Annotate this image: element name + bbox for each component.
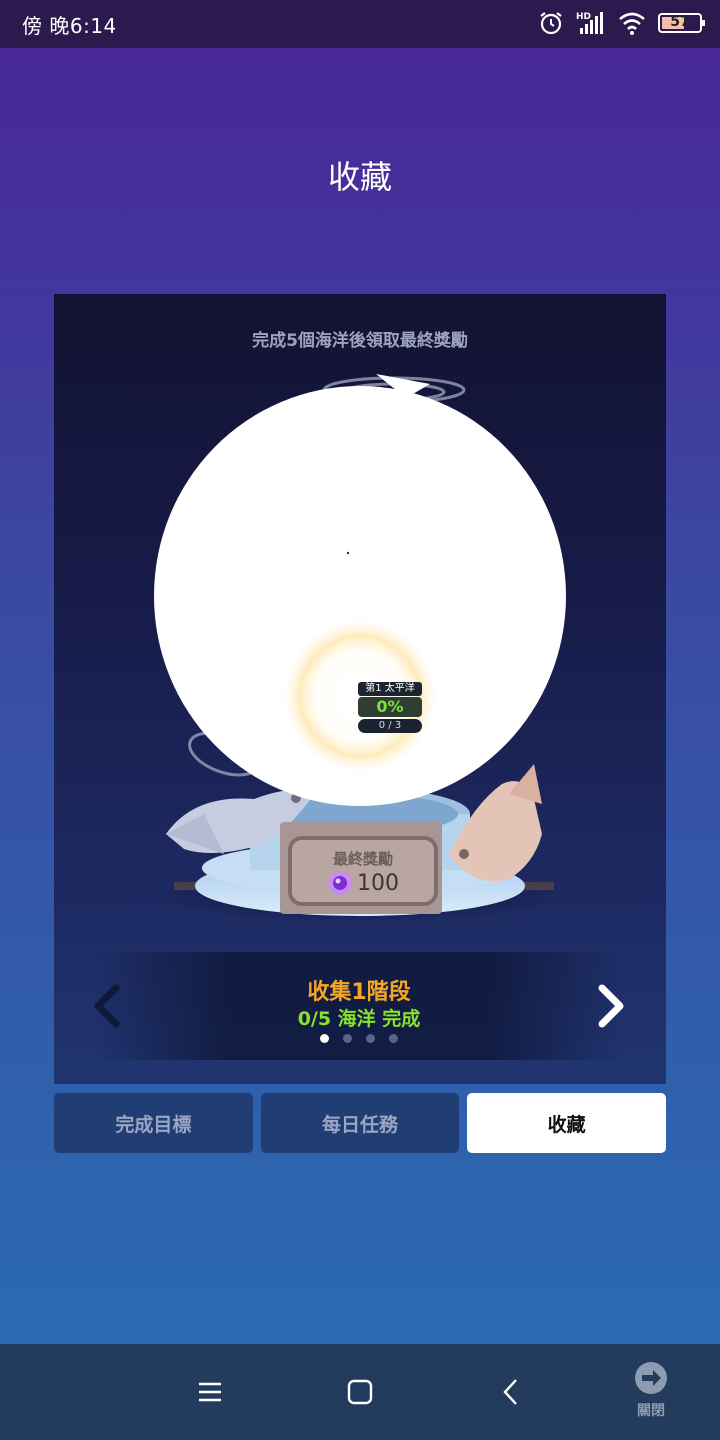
menu-icon[interactable] bbox=[192, 1374, 228, 1410]
page-dot[interactable] bbox=[366, 1034, 375, 1043]
ocean-badge-name: 第1 太平洋 bbox=[358, 682, 422, 696]
wifi-icon bbox=[619, 12, 645, 35]
status-icons: HD 57 bbox=[538, 10, 705, 36]
page-dot[interactable] bbox=[389, 1034, 398, 1043]
page-title: 收藏 bbox=[327, 158, 392, 196]
reward-label: 最終獎勵 bbox=[332, 850, 393, 868]
status-time: 傍 晚6:14 bbox=[22, 14, 117, 38]
battery-icon: 57 bbox=[658, 13, 705, 33]
tab-daily-tasks[interactable]: 每日任務 bbox=[260, 1093, 460, 1153]
home-icon[interactable] bbox=[342, 1374, 378, 1410]
stage-title: 收集1階段 bbox=[307, 980, 411, 1005]
close-button[interactable]: 關閉 bbox=[626, 1360, 676, 1420]
status-bar: 傍 晚6:14 HD 57 bbox=[0, 0, 720, 48]
exit-arrow-icon bbox=[635, 1362, 667, 1394]
purple-gem-icon bbox=[328, 871, 352, 895]
tab-collection[interactable]: 收藏 bbox=[467, 1093, 667, 1153]
page-dot[interactable] bbox=[320, 1034, 329, 1043]
alarm-icon bbox=[540, 12, 562, 35]
hd-signal-icon: HD bbox=[576, 12, 603, 34]
tab-complete-goals[interactable]: 完成目標 bbox=[54, 1093, 253, 1153]
back-icon[interactable] bbox=[494, 1374, 530, 1410]
collection-card: 完成5個海洋後領取最終獎勵 第1 太平洋 0% 0 / 3 最終獎勵 100 收… bbox=[54, 294, 666, 1084]
ocean-globe bbox=[154, 374, 566, 806]
page-indicator bbox=[94, 1034, 624, 1043]
reward-amount-row: 100 bbox=[290, 870, 436, 896]
system-nav-bar bbox=[0, 1344, 720, 1440]
ocean-badge-percent: 0% bbox=[358, 697, 422, 717]
stage-progress: 0/5 海洋 完成 bbox=[297, 1008, 421, 1030]
next-arrow-icon[interactable] bbox=[592, 984, 628, 1028]
tab-bar: 完成目標 每日任務 收藏 bbox=[54, 1093, 667, 1153]
ocean-globe-scene bbox=[150, 374, 570, 922]
close-label: 關閉 bbox=[637, 1403, 665, 1419]
ocean-badge-count: 0 / 3 bbox=[358, 719, 422, 733]
battery-level: 57 bbox=[670, 14, 690, 30]
prev-arrow-icon[interactable] bbox=[90, 984, 126, 1028]
reward-amount: 100 bbox=[357, 870, 399, 896]
stage-banner: 收集1階段 0/5 海洋 完成 bbox=[94, 952, 624, 1060]
page-dot[interactable] bbox=[343, 1034, 352, 1043]
svg-text:HD: HD bbox=[576, 12, 591, 22]
ocean-badge[interactable]: 第1 太平洋 0% 0 / 3 bbox=[358, 682, 422, 733]
